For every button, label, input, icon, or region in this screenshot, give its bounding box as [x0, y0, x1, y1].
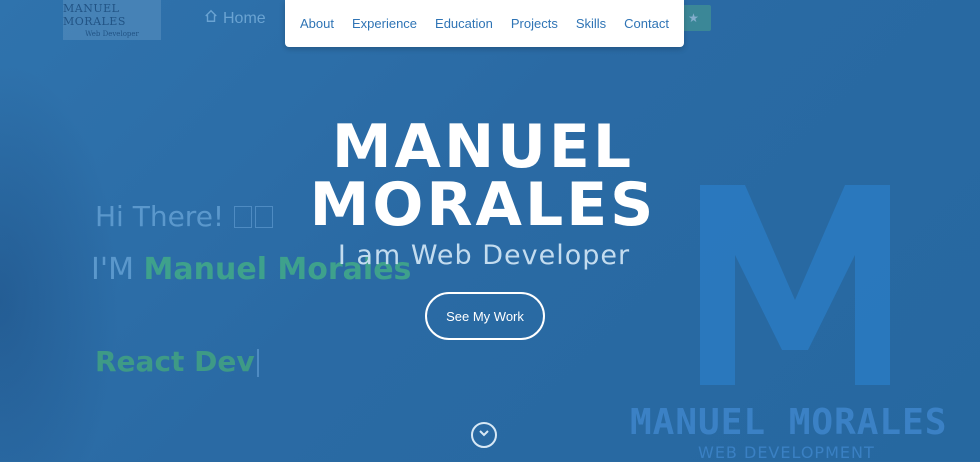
background-role: React Dev [95, 345, 259, 378]
nav-about[interactable]: About [291, 0, 343, 47]
nav-skills[interactable]: Skills [567, 0, 615, 47]
nav-experience[interactable]: Experience [343, 0, 426, 47]
typing-caret [256, 349, 259, 377]
brand-logo[interactable]: MANUEL MORALES Web Developer [63, 0, 161, 40]
hero-title: MANUEL MORALES [0, 112, 966, 240]
see-my-work-button[interactable]: See My Work [425, 292, 545, 340]
nav-projects[interactable]: Projects [502, 0, 567, 47]
home-label: Home [223, 9, 266, 27]
logo-line2: Web Developer [85, 30, 139, 38]
home-icon [204, 9, 218, 28]
star-icon: ★ [688, 11, 699, 25]
logo-line1: MANUEL MORALES [63, 2, 126, 28]
main-nav: About Experience Education Projects Skil… [285, 0, 684, 47]
home-link[interactable]: Home [204, 9, 266, 28]
scroll-down-button[interactable] [471, 422, 497, 448]
nav-education[interactable]: Education [426, 0, 502, 47]
hero-subtitle: I am Web Developer [337, 240, 631, 271]
nav-contact[interactable]: Contact [615, 0, 678, 47]
background-logo-text: MANUEL MORALES [630, 402, 948, 443]
background-logo-sub: WEB DEVELOPMENT [698, 443, 875, 462]
role-text: React Dev [95, 345, 255, 378]
hero-title-line2: MORALES [309, 170, 657, 240]
chevron-down-icon [478, 426, 490, 444]
hero-title-line1: MANUEL [331, 112, 635, 182]
